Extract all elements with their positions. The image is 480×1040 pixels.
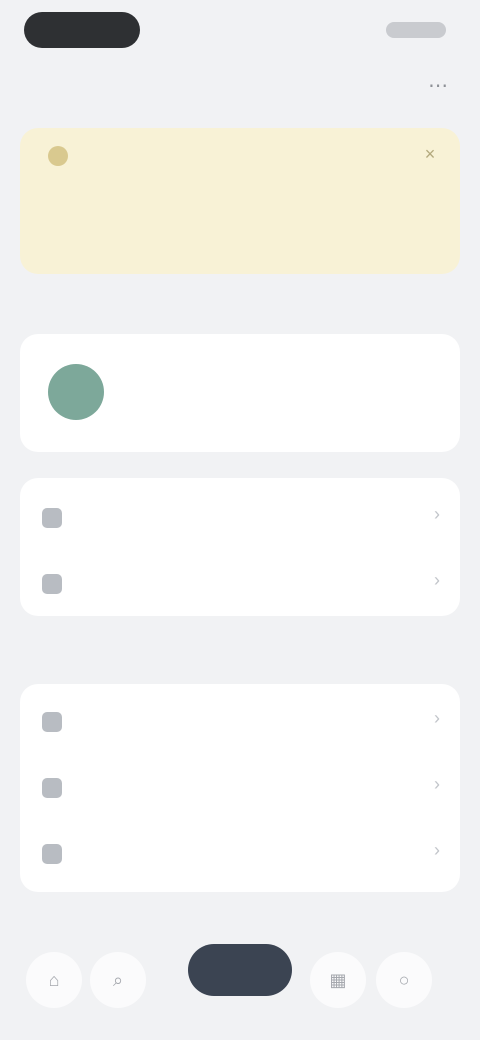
home-icon[interactable]: ⌂: [26, 952, 82, 1008]
help-icon: [42, 712, 62, 732]
search-icon[interactable]: ⌕: [90, 952, 146, 1008]
support-list: › › ›: [20, 684, 460, 892]
chevron-right-icon: ›: [434, 840, 440, 860]
list-item[interactable]: ›: [20, 484, 460, 550]
dynamic-island: [24, 12, 140, 48]
settings-icon: [42, 508, 62, 528]
bottom-nav: ⌂ ⌕ ▦ ○: [0, 930, 480, 1040]
list-item[interactable]: ›: [20, 820, 460, 886]
list-item[interactable]: ›: [20, 754, 460, 820]
account-icon: [42, 574, 62, 594]
chevron-right-icon: ›: [434, 774, 440, 794]
grid-icon[interactable]: ▦: [310, 952, 366, 1008]
close-icon[interactable]: ×: [416, 140, 444, 168]
info-icon: [48, 146, 68, 166]
document-icon: [42, 844, 62, 864]
info-icon: [42, 778, 62, 798]
notice-banner: ×: [20, 128, 460, 274]
status-indicators: [386, 22, 446, 38]
more-icon[interactable]: ⋯: [424, 72, 452, 100]
list-item[interactable]: ›: [20, 688, 460, 754]
settings-list: › ›: [20, 478, 460, 616]
status-bar: [0, 0, 480, 60]
chevron-right-icon: ›: [434, 708, 440, 728]
avatar: [48, 364, 104, 420]
list-item[interactable]: ›: [20, 550, 460, 616]
header: ⋯: [0, 60, 480, 116]
primary-action-button[interactable]: [188, 944, 292, 996]
chevron-right-icon: ›: [434, 570, 440, 590]
profile-card[interactable]: [20, 334, 460, 452]
chevron-right-icon: ›: [434, 504, 440, 524]
profile-icon[interactable]: ○: [376, 952, 432, 1008]
